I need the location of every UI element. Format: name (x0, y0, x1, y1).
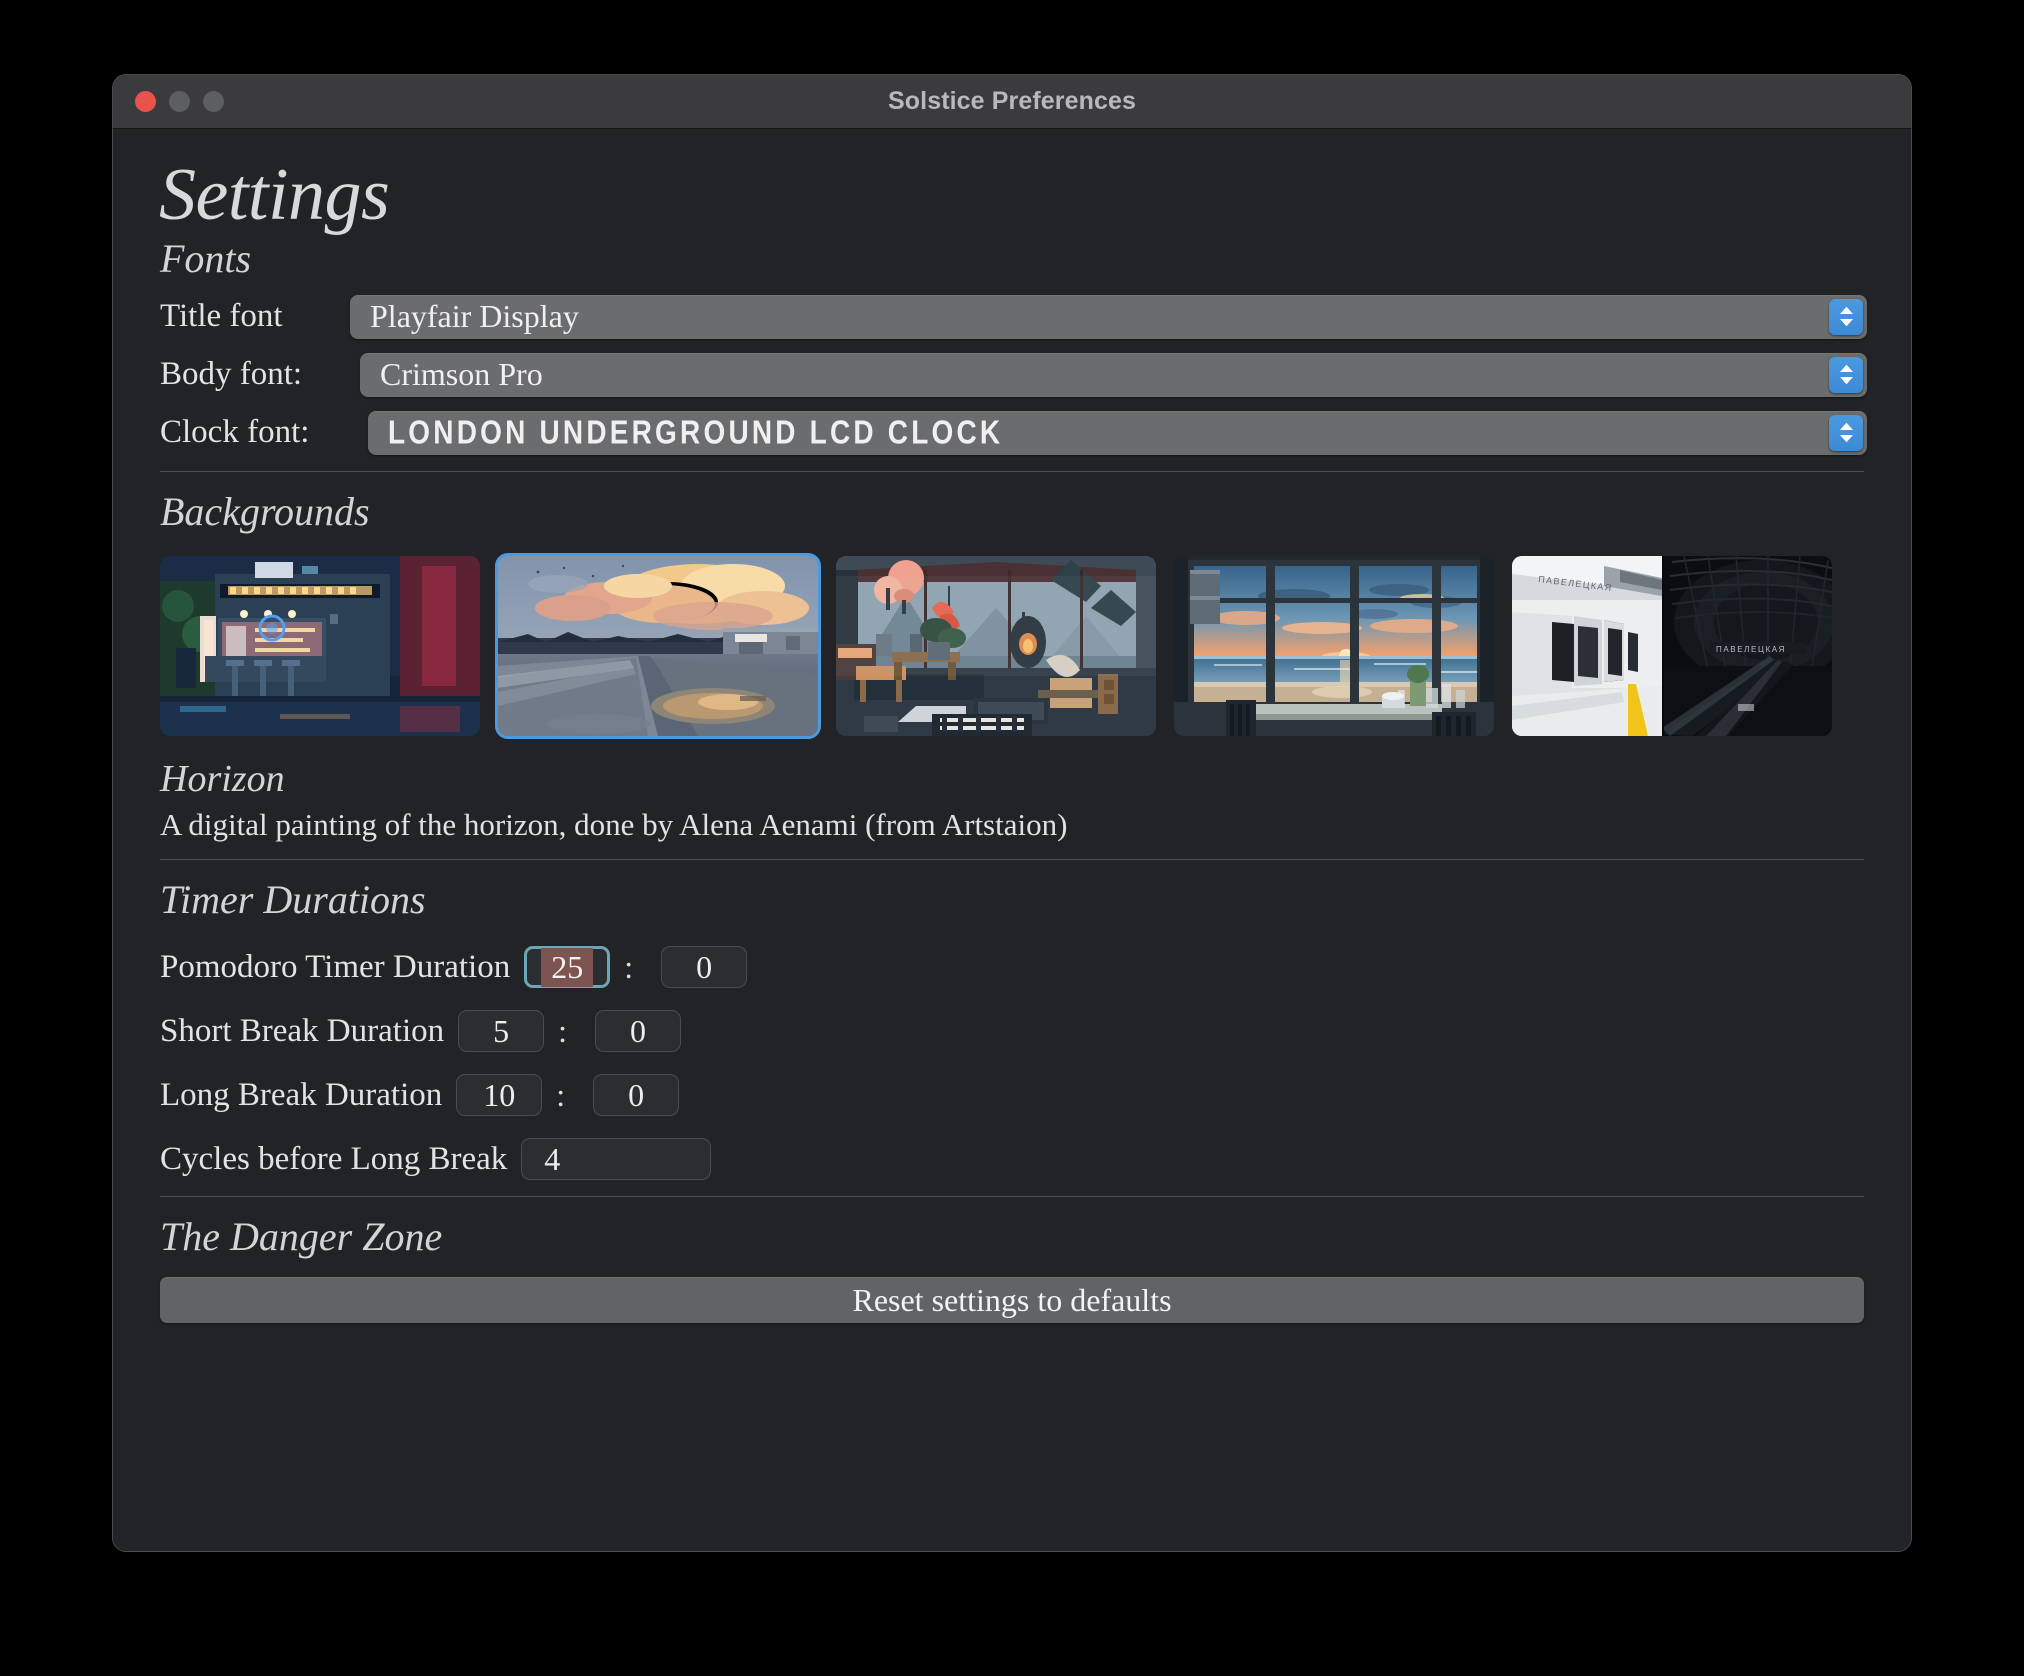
selected-background-title: Horizon (160, 757, 285, 800)
background-thumb-neon-cafe-night[interactable] (160, 555, 480, 736)
window-title: Solstice Preferences (888, 87, 1136, 115)
background-thumb-beach-window-sunset[interactable] (1174, 555, 1494, 736)
long-break-minutes-input[interactable]: 10 (456, 1074, 543, 1117)
divider-after-timers (160, 1196, 1864, 1198)
selected-background-caption: Horizon A digital painting of the horizo… (160, 756, 1867, 844)
section-heading-timers: Timer Durations (160, 877, 426, 923)
maximize-window-button[interactable] (203, 91, 224, 112)
section-heading-fonts: Fonts (160, 235, 252, 281)
setting-row-long-break-duration: Long Break Duration 10 : 0 (160, 1074, 1867, 1117)
selected-background-description: A digital painting of the horizon, done … (160, 807, 1068, 843)
label-short-break-duration: Short Break Duration (160, 1012, 445, 1049)
setting-row-body-font: Body font: Crimson Pro (157, 352, 1867, 397)
short-break-seconds-input[interactable]: 0 (595, 1010, 681, 1053)
preferences-content: Settings Fonts Title font Playfair Displ… (113, 129, 1911, 1551)
thumb-art-metro-station: ПАВЕЛЕЦКАЯ ПАВЕЛЕЦКАЯ (1512, 555, 1832, 736)
updown-chevron-icon[interactable] (1829, 298, 1863, 335)
minimize-window-button[interactable] (169, 91, 190, 112)
setting-row-short-break-duration: Short Break Duration 5 : 0 (160, 1010, 1867, 1053)
clock-font-select[interactable]: LONDON UNDERGROUND LCD CLOCK (368, 410, 1867, 455)
cycles-before-long-break-input[interactable]: 4 (521, 1138, 712, 1181)
chevron-down-icon (1839, 377, 1853, 385)
background-thumb-cozy-cabin-interior[interactable] (836, 555, 1156, 736)
chevron-up-icon (1839, 364, 1853, 373)
traffic-light-group (135, 91, 224, 112)
pomodoro-time-separator: : (624, 948, 634, 985)
divider-after-fonts (160, 470, 1864, 472)
pomodoro-minutes-value: 25 (541, 947, 594, 987)
body-font-select[interactable]: Crimson Pro (360, 352, 1867, 397)
setting-row-cycles-before-long-break: Cycles before Long Break 4 (160, 1138, 1867, 1181)
long-break-seconds-input[interactable]: 0 (593, 1074, 680, 1117)
short-break-time-separator: : (558, 1012, 567, 1049)
background-thumb-sunset-road-clouds[interactable] (495, 552, 821, 739)
svg-text:ПАВЕЛЕЦКАЯ: ПАВЕЛЕЦКАЯ (1716, 645, 1786, 654)
chevron-up-icon (1839, 306, 1853, 315)
label-body-font: Body font: (160, 356, 303, 393)
label-pomodoro-duration: Pomodoro Timer Duration (160, 948, 511, 985)
thumb-art-sunset-road (498, 555, 818, 736)
thumb-art-neon-cafe (160, 555, 480, 736)
section-heading-backgrounds: Backgrounds (160, 488, 370, 534)
background-thumb-metro-station[interactable]: ПАВЕЛЕЦКАЯ ПАВЕЛЕЦКАЯ (1512, 555, 1832, 736)
window-titlebar[interactable]: Solstice Preferences (113, 75, 1911, 129)
pomodoro-minutes-input[interactable]: 25 (524, 946, 611, 989)
reset-settings-button[interactable]: Reset settings to defaults (160, 1277, 1864, 1324)
body-font-value: Crimson Pro (380, 356, 543, 393)
label-clock-font: Clock font: (160, 414, 310, 451)
fonts-settings-group: Title font Playfair Display Body font: C… (157, 294, 1867, 455)
chevron-down-icon (1839, 319, 1853, 327)
section-heading-danger-zone: The Danger Zone (160, 1214, 443, 1260)
pomodoro-seconds-input[interactable]: 0 (661, 946, 748, 989)
updown-chevron-icon[interactable] (1829, 414, 1863, 451)
divider-after-backgrounds (160, 859, 1864, 861)
setting-row-pomodoro-duration: Pomodoro Timer Duration 25 : 0 (160, 946, 1867, 989)
short-break-minutes-input[interactable]: 5 (458, 1010, 545, 1053)
title-font-value: Playfair Display (370, 298, 579, 335)
preferences-window: Solstice Preferences Settings Fonts Titl… (112, 74, 1912, 1552)
chevron-up-icon (1839, 422, 1853, 431)
setting-row-title-font: Title font Playfair Display (157, 294, 1867, 339)
label-cycles-before-long-break: Cycles before Long Break (160, 1140, 508, 1177)
label-title-font: Title font (160, 298, 283, 335)
updown-chevron-icon[interactable] (1829, 356, 1863, 393)
close-window-button[interactable] (135, 91, 156, 112)
clock-font-value: LONDON UNDERGROUND LCD CLOCK (388, 413, 1004, 451)
long-break-time-separator: : (556, 1076, 566, 1113)
chevron-down-icon (1839, 435, 1853, 443)
background-thumbnail-list: ПАВЕЛЕЦКАЯ ПАВЕЛЕЦКАЯ (160, 552, 1867, 739)
setting-row-clock-font: Clock font: LONDON UNDERGROUND LCD CLOCK (157, 410, 1867, 455)
thumb-art-beach-window (1174, 555, 1494, 736)
title-font-select[interactable]: Playfair Display (350, 294, 1867, 339)
desktop-backdrop: Solstice Preferences Settings Fonts Titl… (0, 0, 2024, 1676)
thumb-art-cozy-cabin (836, 555, 1156, 736)
label-long-break-duration: Long Break Duration (160, 1076, 443, 1113)
page-title: Settings (159, 154, 390, 236)
